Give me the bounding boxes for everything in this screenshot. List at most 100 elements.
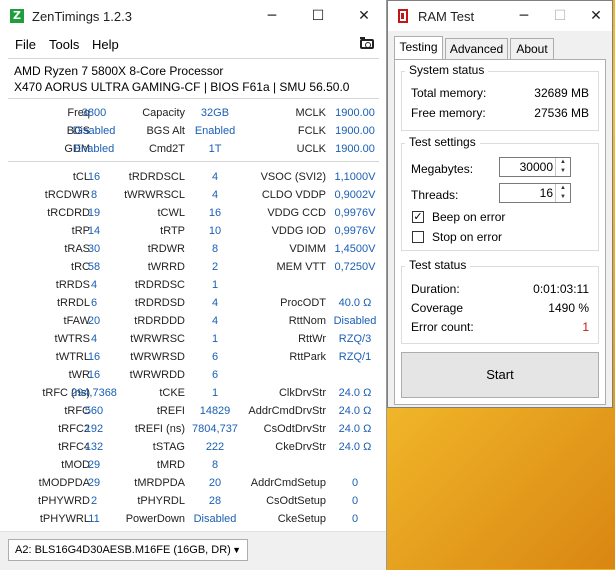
menu-tools[interactable]: Tools xyxy=(49,37,79,52)
threads-input[interactable]: 16 ▲ ▼ xyxy=(499,183,571,203)
coverage-label: Coverage xyxy=(411,301,464,315)
window-title: ZenTimings 1.2.3 xyxy=(32,9,132,24)
timing-label: tRDRDSC xyxy=(134,279,185,291)
timing-label: tMRD xyxy=(156,459,185,471)
timing-label: AddrCmdSetup xyxy=(250,477,326,489)
timing-label: Capacity xyxy=(142,107,185,119)
timing-label: tSTAG xyxy=(152,441,185,453)
group-title: Test settings xyxy=(405,135,480,149)
timing-label: MEM VTT xyxy=(276,261,327,273)
timing-label: tMRDPDA xyxy=(134,477,185,489)
timing-label: tCKE xyxy=(159,387,185,399)
ramtest-close-button[interactable]: ✕ xyxy=(578,1,614,31)
coverage-value: 1490 % xyxy=(548,301,589,315)
group-title: System status xyxy=(405,63,489,77)
timing-label: FCLK xyxy=(297,125,326,137)
tab-about[interactable]: About xyxy=(510,38,554,59)
timing-label: tRDRDSD xyxy=(134,297,185,309)
ramtest-title: RAM Test xyxy=(418,9,475,24)
megabytes-value: 30000 xyxy=(519,160,553,174)
timing-value: 24.0 Ω xyxy=(338,423,372,435)
free-memory-row: Free memory: 27536 MB xyxy=(411,106,589,120)
close-button[interactable]: ✕ xyxy=(341,0,387,32)
timing-value: 0 xyxy=(351,513,359,525)
duration-label: Duration: xyxy=(411,282,460,296)
timing-label: tCWL xyxy=(157,207,186,219)
timing-label: MCLK xyxy=(295,107,326,119)
menu-help[interactable]: Help xyxy=(92,37,119,52)
ramtest-minimize-button[interactable]: ─ xyxy=(506,1,542,31)
timing-value: 1900.00 xyxy=(335,125,375,137)
timing-label: PowerDown xyxy=(125,513,185,525)
timing-label: tPHYRDL xyxy=(137,495,185,507)
timing-label: CsOdtSetup xyxy=(266,495,326,507)
threads-value: 16 xyxy=(539,186,553,200)
stop-on-error-label[interactable]: Stop on error xyxy=(432,230,502,244)
timing-label: tREFI (ns) xyxy=(134,423,185,435)
timing-value: 0,9976V xyxy=(334,207,376,219)
start-button[interactable]: Start xyxy=(401,352,599,398)
board-bios-info: X470 AORUS ULTRA GAMING-CF | BIOS F61a |… xyxy=(14,80,350,94)
ramtest-window: RAM Test ─ ☐ ✕ Testing Advanced About Sy… xyxy=(387,0,613,408)
timing-value: 1,4500V xyxy=(334,243,376,255)
cpu-name: AMD Ryzen 7 5800X 8-Core Processor xyxy=(14,64,224,78)
free-memory-value: 27536 MB xyxy=(534,106,589,120)
stop-on-error-checkbox[interactable] xyxy=(412,231,424,243)
timing-label: Cmd2T xyxy=(148,143,185,155)
timing-value: 1900.00 xyxy=(335,143,375,155)
timing-label: VDDG IOD xyxy=(271,225,326,237)
timing-label: tRTP xyxy=(160,225,185,237)
timing-value: 0 xyxy=(351,477,359,489)
test-settings-group: Test settings Megabytes: 30000 ▲ ▼ Thread… xyxy=(401,135,599,251)
timing-value: 6 xyxy=(211,369,219,381)
minimize-button[interactable]: ─ xyxy=(249,0,295,32)
timing-label: VDDG CCD xyxy=(267,207,326,219)
timing-label: tRDRDDD xyxy=(134,315,185,327)
timing-label: UCLK xyxy=(296,143,326,155)
tab-advanced[interactable]: Advanced xyxy=(445,38,508,59)
beep-on-error-label[interactable]: Beep on error xyxy=(432,210,505,224)
timing-label: tRDRDSCL xyxy=(128,171,185,183)
timing-label: tRDWR xyxy=(147,243,185,255)
spinner-arrows-icon[interactable]: ▲ ▼ xyxy=(555,158,570,176)
total-memory-value: 32689 MB xyxy=(534,86,589,100)
menu-bar: File Tools Help xyxy=(0,33,386,57)
duration-value: 0:01:03:11 xyxy=(533,282,589,296)
menu-file[interactable]: File xyxy=(15,37,36,52)
testing-panel: System status Total memory: 32689 MB Fre… xyxy=(394,59,606,405)
zentimings-window: Z ZenTimings 1.2.3 ─ ☐ ✕ File Tools Help… xyxy=(0,0,387,570)
ramtest-maximize-button: ☐ xyxy=(553,8,567,24)
timing-label: VSOC (SVI2) xyxy=(260,171,326,183)
timing-value: RZQ/1 xyxy=(338,351,372,363)
megabytes-input[interactable]: 30000 ▲ ▼ xyxy=(499,157,571,177)
timing-label: AddrCmdDrvStr xyxy=(248,405,326,417)
divider xyxy=(8,58,379,59)
timing-value: 0,7250V xyxy=(334,261,376,273)
timing-label: RttPark xyxy=(289,351,326,363)
divider xyxy=(8,161,379,162)
timing-value: 0 xyxy=(351,495,359,507)
spinner-arrows-icon[interactable]: ▲ ▼ xyxy=(555,184,570,202)
ramtest-app-icon xyxy=(398,9,408,23)
timing-value: 0,9976V xyxy=(334,225,376,237)
timing-value: 1 xyxy=(211,279,219,291)
timing-label: CLDO VDDP xyxy=(261,189,326,201)
dimm-select[interactable]: A2: BLS16G4D30AESB.M16FE (16GB, DR) ▼ xyxy=(8,539,248,561)
timing-value: Disabled xyxy=(333,315,377,327)
screenshot-camera-icon[interactable] xyxy=(360,37,374,49)
timing-label: VDIMM xyxy=(289,243,326,255)
timing-label: RttNom xyxy=(288,315,326,327)
timing-value: 24.0 Ω xyxy=(338,405,372,417)
timing-value: RZQ/3 xyxy=(338,333,372,345)
timing-value: 1900.00 xyxy=(335,107,375,119)
timing-value: 24.0 Ω xyxy=(338,387,372,399)
timing-value: 40.0 Ω xyxy=(338,297,372,309)
timing-label: tWRRD xyxy=(147,261,185,273)
free-memory-label: Free memory: xyxy=(411,106,486,120)
beep-on-error-checkbox[interactable]: ✓ xyxy=(412,211,424,223)
timing-label: CkeDrvStr xyxy=(275,441,326,453)
divider xyxy=(8,98,379,99)
maximize-button[interactable]: ☐ xyxy=(295,0,341,32)
error-count-value: 1 xyxy=(582,320,589,334)
tab-testing[interactable]: Testing xyxy=(394,36,443,59)
